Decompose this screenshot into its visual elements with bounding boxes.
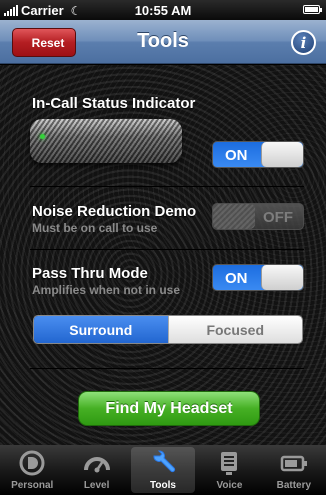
in-call-toggle-label: ON [225, 147, 248, 164]
tab-battery[interactable]: Battery [262, 445, 326, 495]
segment-surround[interactable]: Surround [34, 316, 168, 343]
personal-icon [17, 448, 47, 478]
status-bar: Carrier ☾ 10:55 AM [0, 0, 326, 20]
tab-label: Level [83, 480, 110, 491]
nav-bar: Reset Tools i [0, 20, 326, 64]
toggle-knob [261, 142, 303, 167]
noise-toggle[interactable]: OFF [212, 203, 304, 230]
pass-thru-toggle[interactable]: ON [212, 264, 304, 291]
tab-label: Voice [216, 480, 243, 491]
noise-subtitle: Must be on call to use [32, 221, 158, 235]
noise-toggle-label: OFF [263, 209, 293, 226]
pass-thru-toggle-label: ON [225, 270, 248, 287]
tab-bar: Personal Level Tools Voice Battery [0, 445, 326, 495]
divider [30, 368, 304, 369]
info-icon[interactable]: i [291, 30, 316, 55]
page-title: Tools [137, 30, 189, 52]
in-call-title: In-Call Status Indicator [32, 95, 196, 112]
battery-icon [279, 448, 309, 478]
divider [30, 249, 304, 250]
mode-segmented-control: Surround Focused [33, 315, 303, 344]
status-led-icon [40, 134, 45, 139]
headset-image [30, 119, 182, 163]
pass-thru-subtitle: Amplifies when not in use [32, 283, 181, 297]
status-time: 10:55 AM [134, 3, 192, 18]
battery-status-icon [303, 5, 322, 14]
tab-label: Battery [276, 480, 312, 491]
gauge-icon [82, 448, 112, 478]
wrench-icon [148, 448, 178, 478]
tools-content: In-Call Status Indicator ON Noise Reduct… [0, 65, 326, 445]
tab-personal[interactable]: Personal [0, 445, 64, 495]
tab-level[interactable]: Level [64, 445, 128, 495]
pass-thru-title: Pass Thru Mode [32, 265, 148, 282]
document-icon [214, 448, 244, 478]
toggle-knob [213, 204, 255, 229]
tab-tools[interactable]: Tools [130, 447, 196, 493]
divider [30, 186, 304, 187]
tab-voice[interactable]: Voice [197, 445, 261, 495]
toggle-knob [261, 265, 303, 290]
tab-label: Tools [150, 480, 176, 491]
find-my-headset-button[interactable]: Find My Headset [78, 391, 260, 426]
segment-focused[interactable]: Focused [167, 316, 302, 343]
tab-label: Personal [11, 480, 54, 491]
in-call-toggle[interactable]: ON [212, 141, 304, 168]
noise-title: Noise Reduction Demo [32, 203, 197, 220]
